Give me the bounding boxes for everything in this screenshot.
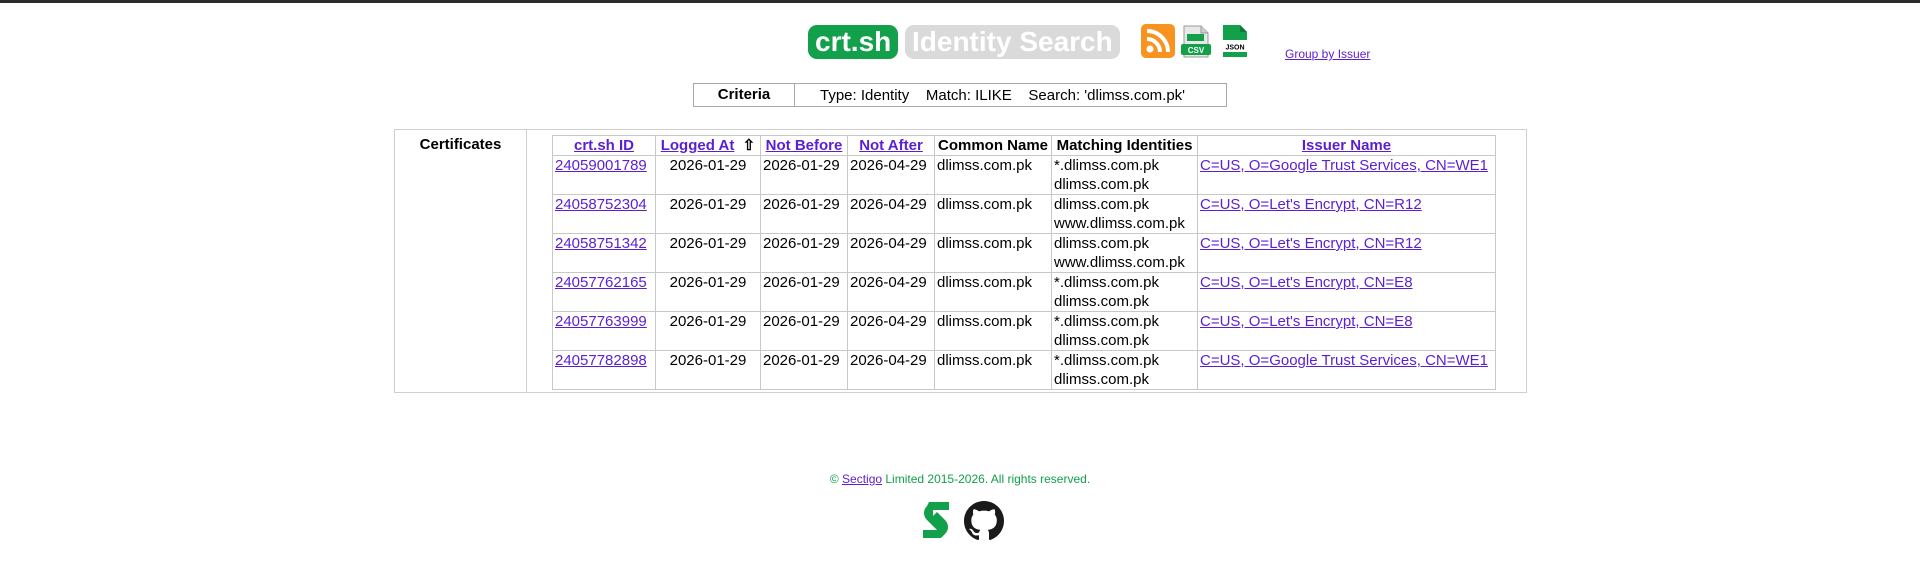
common-name-cell: dlimss.com.pk	[934, 155, 1052, 195]
identity-line: www.dlimss.com.pk	[1054, 215, 1185, 232]
table-row: 24059001789 2026-01-29 2026-01-29 2026-0…	[552, 155, 1496, 195]
not-after-cell: 2026-04-29	[847, 233, 935, 273]
crtsh-id-link[interactable]: 24057763999	[555, 313, 647, 330]
json-icon-label: JSON	[1225, 45, 1244, 52]
not-after-cell: 2026-04-29	[847, 311, 935, 351]
copyright-prefix: ©	[829, 472, 843, 486]
matching-identities-cell: *.dlimss.com.pk dlimss.com.pk	[1051, 311, 1198, 351]
page-subtitle: Identity Search	[905, 25, 1120, 59]
json-icon[interactable]: JSON	[1220, 24, 1250, 58]
not-after-cell: 2026-04-29	[847, 350, 935, 390]
table-row: 24057763999 2026-01-29 2026-01-29 2026-0…	[552, 311, 1496, 351]
sort-arrow-icon: ⇧	[742, 137, 756, 154]
crtsh-id-link[interactable]: 24057782898	[555, 352, 647, 369]
sort-not-after[interactable]: Not After	[859, 137, 923, 154]
copyright-suffix: Limited 2015-2026. All rights reserved.	[882, 472, 1091, 486]
identity-line: dlimss.com.pk	[1054, 293, 1150, 310]
not-before-cell: 2026-01-29	[760, 272, 848, 312]
crtsh-id-link[interactable]: 24058751342	[555, 235, 647, 252]
identity-line: *.dlimss.com.pk	[1054, 157, 1160, 174]
logged-at-cell: 2026-01-29	[655, 194, 761, 234]
matching-identities-cell: *.dlimss.com.pk dlimss.com.pk	[1051, 155, 1198, 195]
sectigo-link[interactable]: Sectigo	[842, 472, 882, 486]
identity-line: *.dlimss.com.pk	[1054, 352, 1160, 369]
sectigo-icon[interactable]	[921, 500, 951, 540]
logged-at-cell: 2026-01-29	[655, 155, 761, 195]
not-after-cell: 2026-04-29	[847, 194, 935, 234]
issuer-link[interactable]: C=US, O=Google Trust Services, CN=WE1	[1200, 352, 1488, 369]
not-before-cell: 2026-01-29	[760, 155, 848, 195]
identity-line: *.dlimss.com.pk	[1054, 274, 1160, 291]
not-before-cell: 2026-01-29	[760, 350, 848, 390]
sort-logged-at[interactable]: Logged At	[661, 137, 735, 154]
csv-icon[interactable]: CSV	[1181, 25, 1211, 58]
rss-icon[interactable]	[1141, 24, 1175, 58]
top-border	[0, 0, 1920, 3]
table-row: 24058751342 2026-01-29 2026-01-29 2026-0…	[552, 233, 1496, 273]
common-name-cell: dlimss.com.pk	[934, 233, 1052, 273]
criteria-box: Criteria Type: Identity Match: ILIKE Sea…	[693, 83, 1227, 107]
csv-icon-label: CSV	[1188, 46, 1205, 55]
common-name-cell: dlimss.com.pk	[934, 311, 1052, 351]
github-icon[interactable]	[964, 501, 1004, 541]
identity-line: dlimss.com.pk	[1054, 332, 1150, 349]
sort-crtsh-id[interactable]: crt.sh ID	[574, 137, 634, 154]
logged-at-cell: 2026-01-29	[655, 311, 761, 351]
table-row: 24058752304 2026-01-29 2026-01-29 2026-0…	[552, 194, 1496, 234]
identity-line: dlimss.com.pk	[1054, 196, 1150, 213]
sort-issuer-name[interactable]: Issuer Name	[1302, 137, 1391, 154]
criteria-text: Type: Identity Match: ILIKE Search: 'dli…	[820, 86, 1186, 104]
matching-identities-cell: *.dlimss.com.pk dlimss.com.pk	[1051, 350, 1198, 390]
group-by-issuer-link[interactable]: Group by Issuer	[1285, 47, 1370, 61]
logged-at-cell: 2026-01-29	[655, 233, 761, 273]
crtsh-id-link[interactable]: 24057762165	[555, 274, 647, 291]
certificates-label: Certificates	[395, 130, 527, 392]
issuer-link[interactable]: C=US, O=Let's Encrypt, CN=E8	[1200, 313, 1413, 330]
certificates-panel: Certificates crt.sh ID Logged At ⇧ Not B…	[394, 129, 1527, 393]
footer-copyright: © Sectigo Limited 2015-2026. All rights …	[0, 472, 1920, 486]
logged-at-cell: 2026-01-29	[655, 272, 761, 312]
common-name-cell: dlimss.com.pk	[934, 350, 1052, 390]
matching-identities-cell: dlimss.com.pk www.dlimss.com.pk	[1051, 233, 1198, 273]
identity-line: dlimss.com.pk	[1054, 176, 1150, 193]
common-name-cell: dlimss.com.pk	[934, 272, 1052, 312]
not-before-cell: 2026-01-29	[760, 311, 848, 351]
not-before-cell: 2026-01-29	[760, 194, 848, 234]
certificates-table: crt.sh ID Logged At ⇧ Not Before Not Aft…	[552, 135, 1496, 390]
sort-not-before[interactable]: Not Before	[766, 137, 843, 154]
crtsh-id-link[interactable]: 24059001789	[555, 157, 647, 174]
issuer-link[interactable]: C=US, O=Let's Encrypt, CN=R12	[1200, 196, 1422, 213]
table-header-row: crt.sh ID Logged At ⇧ Not Before Not Aft…	[552, 135, 1496, 156]
criteria-label: Criteria	[694, 84, 795, 106]
common-name-header: Common Name	[934, 135, 1052, 156]
table-row: 24057762165 2026-01-29 2026-01-29 2026-0…	[552, 272, 1496, 312]
table-row: 24057782898 2026-01-29 2026-01-29 2026-0…	[552, 350, 1496, 390]
identity-line: *.dlimss.com.pk	[1054, 313, 1160, 330]
logged-at-cell: 2026-01-29	[655, 350, 761, 390]
matching-identities-header: Matching Identities	[1051, 135, 1198, 156]
not-after-cell: 2026-04-29	[847, 155, 935, 195]
matching-identities-cell: dlimss.com.pk www.dlimss.com.pk	[1051, 194, 1198, 234]
identity-line: dlimss.com.pk	[1054, 235, 1150, 252]
common-name-cell: dlimss.com.pk	[934, 194, 1052, 234]
identity-line: dlimss.com.pk	[1054, 371, 1150, 388]
crtsh-logo[interactable]: crt.sh	[808, 25, 899, 59]
issuer-link[interactable]: C=US, O=Let's Encrypt, CN=E8	[1200, 274, 1413, 291]
not-before-cell: 2026-01-29	[760, 233, 848, 273]
crtsh-id-link[interactable]: 24058752304	[555, 196, 647, 213]
issuer-link[interactable]: C=US, O=Google Trust Services, CN=WE1	[1200, 157, 1488, 174]
identity-line: www.dlimss.com.pk	[1054, 254, 1185, 271]
matching-identities-cell: *.dlimss.com.pk dlimss.com.pk	[1051, 272, 1198, 312]
issuer-link[interactable]: C=US, O=Let's Encrypt, CN=R12	[1200, 235, 1422, 252]
not-after-cell: 2026-04-29	[847, 272, 935, 312]
